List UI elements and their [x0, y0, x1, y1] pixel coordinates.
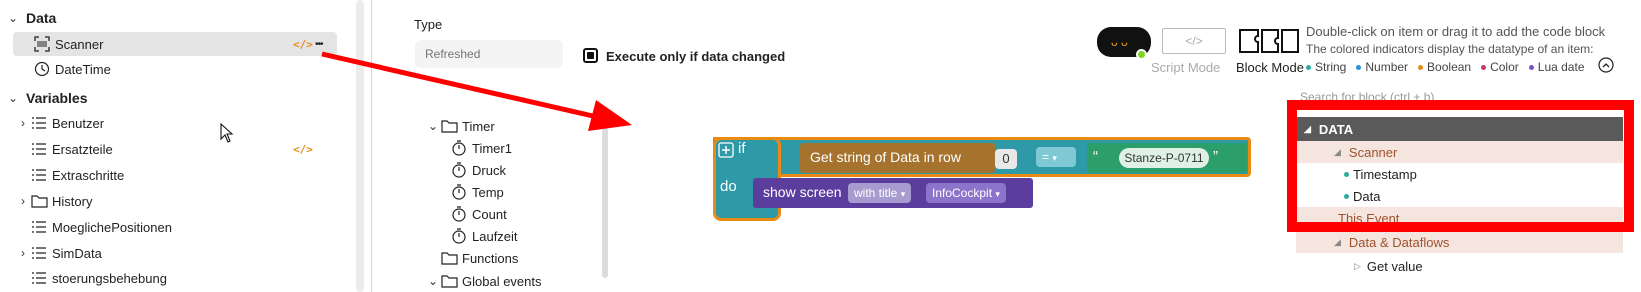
hint-indicators: The colored indicators display the datat…	[1306, 42, 1594, 56]
triangle-down-icon: ◢	[1334, 236, 1341, 247]
triangle-right-icon: ▷	[1354, 260, 1361, 271]
legend-boolean: Boolean	[1418, 60, 1471, 74]
get-value-label: Get value	[1366, 258, 1423, 274]
legend-string: String	[1306, 60, 1346, 74]
legend-color: Color	[1481, 60, 1519, 74]
code-glyph: </>	[1185, 34, 1203, 48]
data-dataflows-label: Data & Dataflows	[1348, 234, 1450, 250]
script-mode-icon[interactable]: </>	[1162, 28, 1226, 54]
collapse-up-icon[interactable]	[1598, 57, 1614, 73]
legend-lua-date: Lua date	[1528, 60, 1585, 74]
tree-item-data-dataflows[interactable]: ◢ Data & Dataflows	[1296, 231, 1623, 253]
hint-drag: Double-click on item or drag it to add t…	[1306, 24, 1606, 39]
block-mode-icon[interactable]	[1238, 27, 1300, 55]
script-mode-label[interactable]: Script Mode	[1151, 60, 1220, 75]
legend-number: Number	[1356, 60, 1408, 74]
tree-item-get-value[interactable]: ▷ Get value	[1354, 255, 1423, 277]
annotation-highlight-box	[1287, 100, 1634, 232]
block-mode-label[interactable]: Block Mode	[1236, 60, 1304, 75]
datatype-legend: String Number Boolean Color Lua date	[1306, 60, 1585, 74]
status-online-dot	[1136, 49, 1147, 60]
